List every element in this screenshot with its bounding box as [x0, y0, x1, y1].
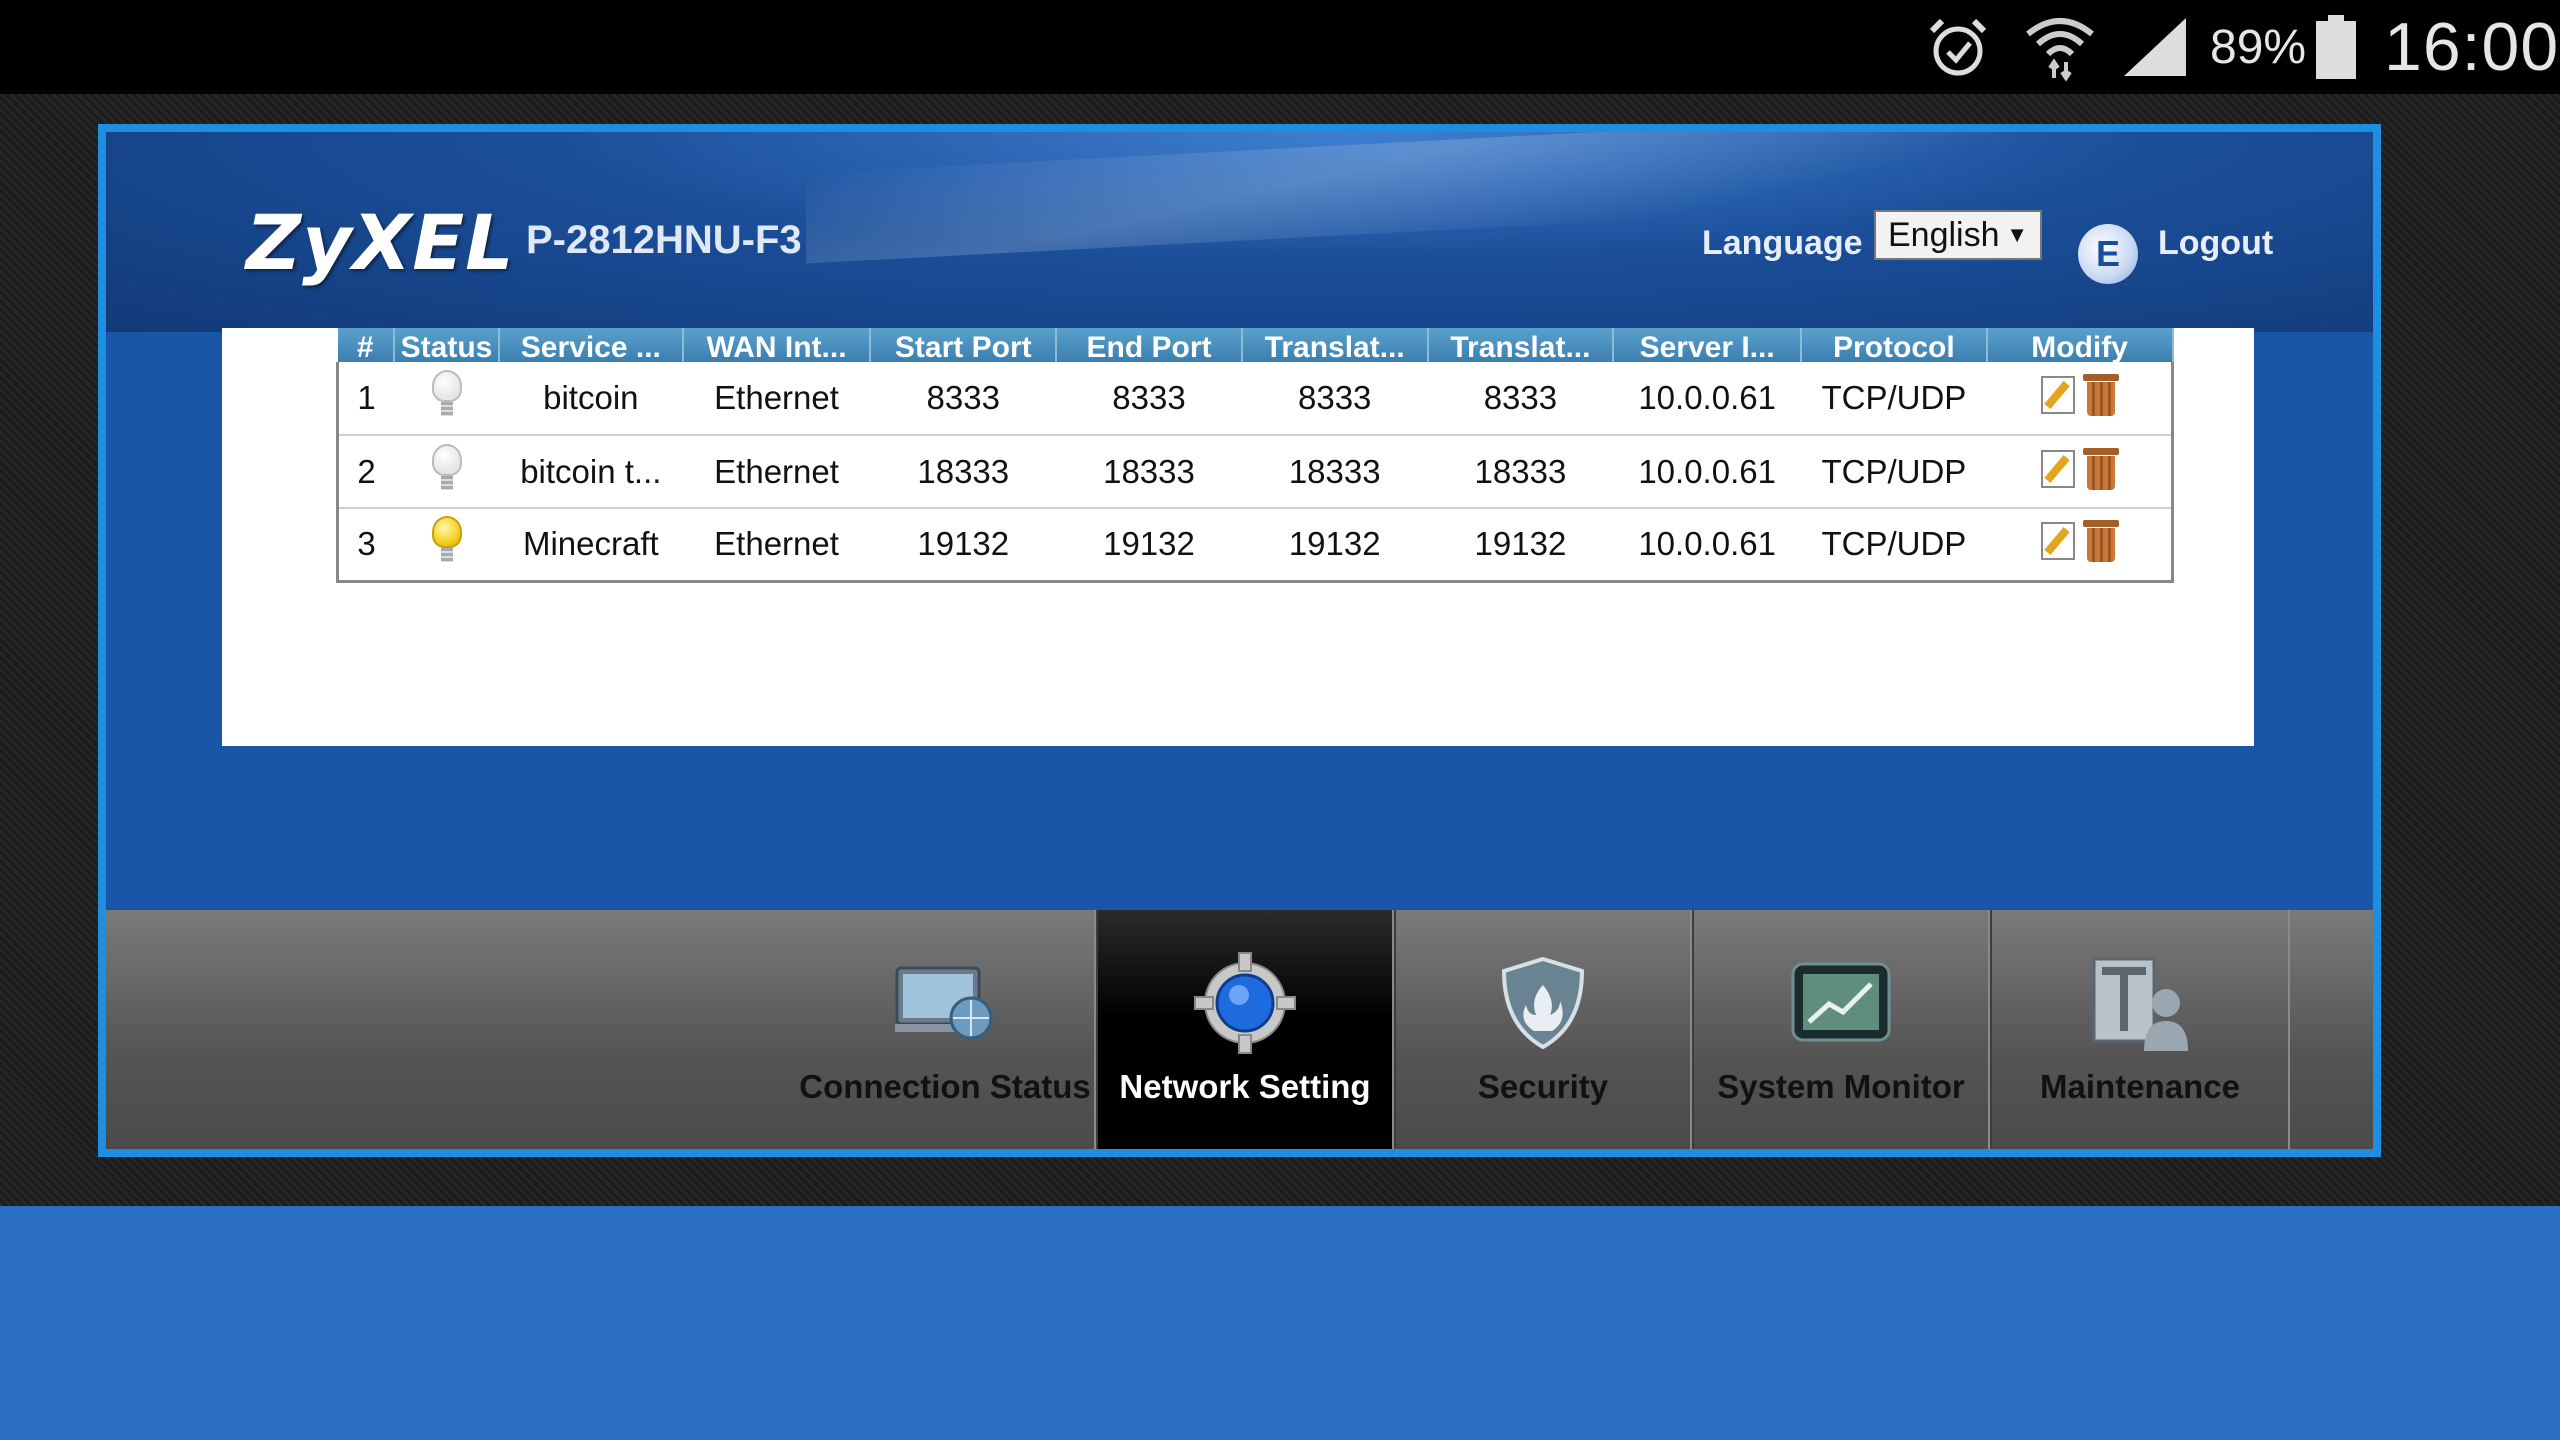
col-end-port[interactable]: End Port: [1056, 328, 1243, 362]
modify-cell: [1986, 508, 2174, 583]
content-panel: # Status Service ... WAN Int... Start Po…: [222, 328, 2254, 746]
protocol: TCP/UDP: [1801, 508, 1987, 583]
col-translation-end[interactable]: Translat...: [1427, 328, 1615, 362]
shield-icon: [1491, 956, 1595, 1050]
status-cell: [394, 508, 499, 583]
alarm-icon: [1926, 0, 1996, 94]
monitor-globe-icon: [893, 956, 997, 1050]
nav-system-monitor[interactable]: System Monitor: [1692, 910, 1990, 1149]
edit-icon[interactable]: [2040, 376, 2075, 414]
model-name: P-2812HNU-F3: [526, 218, 802, 262]
server-ip: 10.0.0.61: [1613, 508, 1802, 583]
start-port: 18333: [870, 435, 1057, 509]
row-number: 2: [336, 435, 395, 509]
bottom-navigation: Connection Status Network Setting Securi…: [106, 910, 2373, 1149]
trash-icon[interactable]: [2082, 374, 2119, 416]
wan-interface: Ethernet: [682, 362, 871, 436]
logout-link[interactable]: Logout: [2158, 224, 2273, 263]
col-protocol[interactable]: Protocol: [1801, 328, 1988, 362]
col-server-ip[interactable]: Server I...: [1613, 328, 1803, 362]
language-value: English: [1888, 215, 2000, 254]
trash-icon[interactable]: [2082, 447, 2119, 490]
status-cell: [394, 435, 499, 509]
trash-icon[interactable]: [2082, 520, 2119, 563]
bulb-off-icon: [431, 443, 462, 492]
translation-start-port: 8333: [1241, 362, 1428, 436]
col-wan-interface[interactable]: WAN Int...: [682, 328, 872, 362]
zyxel-logo: ZyXEL: [246, 198, 515, 287]
edit-icon[interactable]: [2040, 449, 2075, 488]
nav-connection-status[interactable]: Connection Status: [796, 910, 1096, 1149]
status-cell: [394, 362, 499, 436]
nav-label: System Monitor: [1717, 1068, 1965, 1105]
nav-network-setting[interactable]: Network Setting: [1096, 910, 1394, 1149]
translation-end-port: 18333: [1427, 435, 1614, 509]
translation-start-port: 19132: [1241, 508, 1428, 583]
wan-interface: Ethernet: [682, 508, 871, 583]
col-service[interactable]: Service ...: [498, 328, 684, 362]
col-start-port[interactable]: Start Port: [870, 328, 1058, 362]
nav-label: Network Setting: [1119, 1068, 1371, 1105]
start-port: 8333: [870, 362, 1057, 436]
bulb-off-icon: [431, 370, 462, 418]
service-name: bitcoin: [498, 362, 683, 436]
nav-security[interactable]: Security: [1394, 910, 1692, 1149]
table-header-row: # Status Service ... WAN Int... Start Po…: [337, 328, 2174, 362]
col-status[interactable]: Status: [394, 328, 500, 362]
row-number: 1: [336, 362, 395, 436]
gear-globe-icon: [1193, 952, 1297, 1054]
table-row: 2 bitcoin t... Ethernet 18333 18333 1833…: [336, 435, 2174, 509]
table-row: 3 Minecraft Ethernet 19132 19132 19132 1…: [336, 508, 2174, 583]
server-ip: 10.0.0.61: [1613, 435, 1802, 509]
nav-label: Connection Status: [799, 1068, 1091, 1105]
language-label: Language :: [1702, 224, 1884, 262]
translation-end-port: 8333: [1427, 362, 1614, 436]
protocol: TCP/UDP: [1801, 362, 1987, 436]
router-web-ui: ZyXEL P-2812HNU-F3 Language : English ▼ …: [98, 124, 2381, 1157]
nav-label: Maintenance: [2040, 1068, 2240, 1105]
battery-percent: 89%: [2210, 20, 2307, 74]
server-ip: 10.0.0.61: [1613, 362, 1802, 436]
edit-icon[interactable]: [2040, 522, 2075, 561]
clock: 16:00: [2384, 9, 2560, 85]
android-status-bar: 89% 16:00: [0, 0, 2560, 94]
chart-monitor-icon: [1789, 956, 1893, 1050]
wifi-icon: [2024, 0, 2100, 94]
start-port: 19132: [870, 508, 1057, 583]
service-name: Minecraft: [498, 508, 683, 583]
header: ZyXEL P-2812HNU-F3 Language : English ▼ …: [106, 132, 2373, 332]
chevron-down-icon: ▼: [2006, 222, 2028, 247]
end-port: 8333: [1056, 362, 1242, 436]
col-translation-start[interactable]: Translat...: [1241, 328, 1429, 362]
nav-maintenance[interactable]: Maintenance: [1990, 910, 2290, 1149]
protocol: TCP/UDP: [1801, 435, 1987, 509]
nav-label: Security: [1477, 1068, 1609, 1105]
port-forwarding-table: # Status Service ... WAN Int... Start Po…: [336, 328, 2174, 583]
col-number[interactable]: #: [337, 328, 396, 362]
bulb-on-icon: [431, 516, 462, 564]
toolbox-user-icon: [2088, 956, 2192, 1051]
translation-start-port: 18333: [1241, 435, 1428, 509]
bottom-panel: [0, 1206, 2560, 1440]
language-select[interactable]: English ▼: [1874, 210, 2042, 260]
end-port: 18333: [1056, 435, 1242, 509]
battery-icon: [2316, 0, 2356, 94]
end-port: 19132: [1056, 508, 1242, 583]
translation-end-port: 19132: [1427, 508, 1614, 583]
logout-icon[interactable]: E: [2078, 224, 2138, 284]
row-number: 3: [336, 508, 395, 583]
modify-cell: [1986, 362, 2174, 436]
col-modify: Modify: [1986, 328, 2174, 362]
service-name: bitcoin t...: [498, 435, 683, 509]
signal-icon: [2122, 0, 2192, 94]
table-row: 1 bitcoin Ethernet 8333 8333 8333 8333 1…: [336, 362, 2174, 436]
modify-cell: [1986, 435, 2174, 509]
wan-interface: Ethernet: [682, 435, 871, 509]
